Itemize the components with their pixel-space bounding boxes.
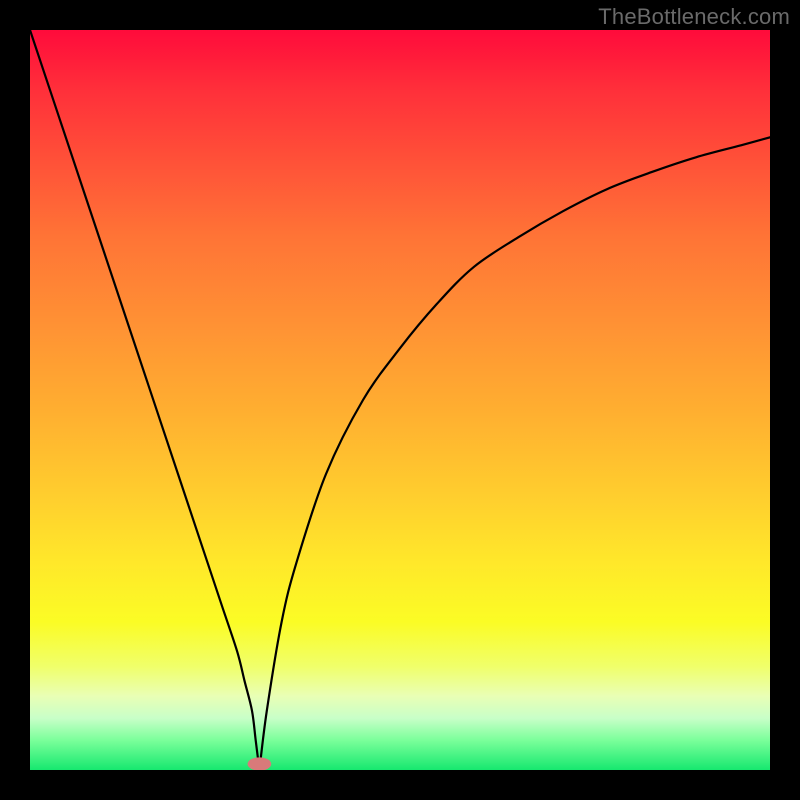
curve-left-branch [30, 30, 259, 770]
watermark-text: TheBottleneck.com [598, 4, 790, 30]
curve-right-branch [259, 137, 770, 770]
plot-area [30, 30, 770, 770]
minimum-marker [248, 757, 272, 770]
curve-layer [30, 30, 770, 770]
chart-frame: TheBottleneck.com [0, 0, 800, 800]
